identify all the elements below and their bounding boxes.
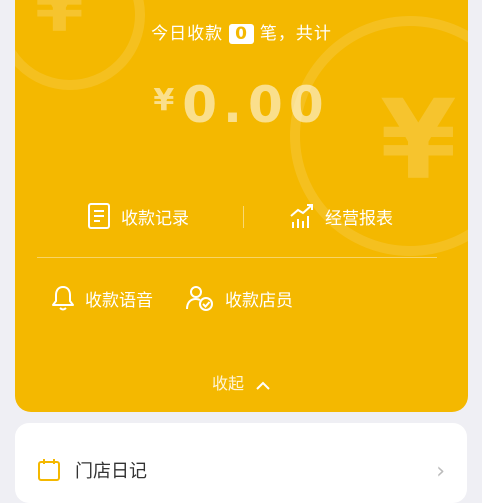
horizontal-divider [37, 257, 437, 258]
collapse-label: 收起 [211, 374, 244, 393]
payment-voice-button[interactable]: 收款语音 [51, 284, 153, 312]
store-diary-label: 门店日记 [75, 461, 147, 482]
actions-row-primary: 收款记录 经营报表 [15, 202, 468, 238]
business-report-label: 经营报表 [325, 208, 393, 229]
store-diary-card[interactable]: 门店日记 › [15, 423, 467, 503]
payment-voice-label: 收款语音 [85, 290, 153, 311]
payment-records-button[interactable]: 收款记录 [87, 202, 189, 230]
store-diary-item: 门店日记 [37, 457, 147, 483]
payment-summary-card: ¥ ¥ 今日收款 0 笔，共计 ¥0.00 收款记录 经营报表 收款语音 收款店… [15, 0, 468, 412]
payment-records-label: 收款记录 [121, 208, 189, 229]
payment-staff-button[interactable]: 收款店员 [185, 284, 293, 312]
total-amount: ¥0.00 [15, 76, 468, 134]
receipt-icon [88, 203, 110, 229]
payment-staff-label: 收款店员 [225, 290, 293, 311]
today-count: 0 [229, 24, 254, 44]
today-suffix: 笔，共计 [259, 24, 332, 44]
chevron-up-icon [256, 381, 270, 390]
trend-chart-icon [290, 204, 313, 228]
actions-row-secondary: 收款语音 收款店员 [15, 284, 468, 320]
today-summary: 今日收款 0 笔，共计 [15, 19, 468, 44]
bell-icon [52, 286, 74, 311]
today-prefix: 今日收款 [151, 24, 224, 44]
amount-value: 0.00 [182, 76, 330, 134]
vertical-divider [243, 206, 244, 228]
business-report-button[interactable]: 经营报表 [289, 202, 393, 230]
calendar-icon [38, 459, 60, 481]
staff-check-icon [186, 286, 213, 311]
chevron-right-icon: › [436, 459, 445, 484]
collapse-button[interactable]: 收起 [15, 370, 468, 394]
currency-symbol: ¥ [153, 83, 175, 118]
